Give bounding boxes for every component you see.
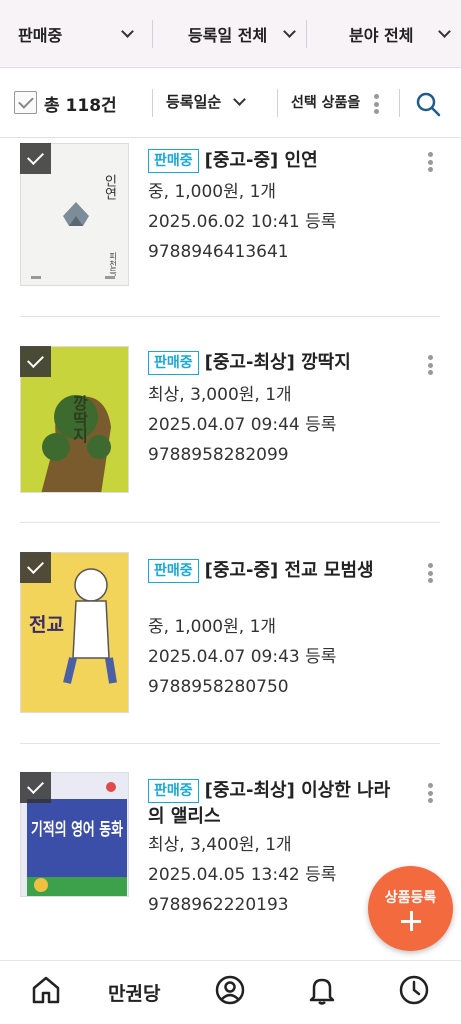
chevron-down-icon [283,24,296,38]
status-badge: 판매중 [148,351,199,375]
divider [20,743,440,744]
item-condition-price: 중, 1,000원, 1개 [148,617,277,637]
item-condition-price: 최상, 3,000원, 1개 [148,385,292,405]
home-icon[interactable] [30,974,62,1006]
more-vertical-icon[interactable] [374,94,380,114]
item-isbn: 9788962220193 [148,895,289,915]
status-filter-label: 판매중 [18,25,63,45]
clock-icon[interactable] [398,974,430,1006]
register-product-button[interactable]: 상품등록 [368,866,453,951]
item-isbn: 9788958280750 [148,677,289,697]
item-title: 판매중 [중고-최상] 이상한 나라의 앨리스 [148,778,403,830]
divider [306,20,307,48]
filter-bar: 판매중 등록일 전체 분야 전체 [0,0,461,68]
total-count: 총 118건 [44,96,117,116]
cover-author: 피천득 [109,252,118,277]
divider [20,522,440,523]
plus-icon [401,911,421,931]
register-product-label: 상품등록 [384,890,437,906]
sort-label: 등록일순 [166,93,222,111]
chevron-down-icon [233,92,247,106]
item-isbn: 9788946413641 [148,242,289,262]
item-checkbox-checked[interactable] [20,346,51,377]
divider [20,316,440,317]
divider [399,89,400,117]
status-filter-dropdown[interactable]: 판매중 [18,0,134,67]
item-registered-date: 2025.04.05 13:42 등록 [148,865,337,885]
item-registered-date: 2025.06.02 10:41 등록 [148,212,337,232]
select-all-checkbox[interactable] [14,91,37,114]
item-more-icon[interactable] [428,152,434,172]
item-isbn: 9788958282099 [148,445,289,465]
category-filter-label: 분야 전체 [349,25,414,45]
cover-title: 기적의 영어 동화 [31,820,123,840]
sort-dropdown[interactable]: 등록일순 [166,91,247,112]
item-checkbox-checked[interactable] [20,552,51,583]
divider [152,20,153,48]
category-filter-dropdown[interactable]: 분야 전체 [349,0,451,67]
item-title-text: [중고-최상] 깡딱지 [204,352,351,373]
status-badge: 판매중 [148,559,199,583]
date-filter-dropdown[interactable]: 등록일 전체 [188,0,296,67]
item-registered-date: 2025.04.07 09:43 등록 [148,647,337,667]
item-title-text: [중고-중] 전교 모범생 [204,560,374,581]
item-checkbox-checked[interactable] [20,143,51,174]
item-title: 판매중 [중고-중] 인연 [148,148,403,174]
cover-title: 인연 [102,174,117,200]
item-condition-price: 최상, 3,400원, 1개 [148,835,292,855]
status-badge: 판매중 [148,779,199,803]
bell-icon[interactable] [306,974,338,1006]
selected-items-action[interactable]: 선택 상품을 [291,92,360,112]
item-title: 판매중 [중고-최상] 깡딱지 [148,350,403,376]
profile-icon[interactable] [214,974,246,1006]
status-badge: 판매중 [148,149,199,173]
item-registered-date: 2025.04.07 09:44 등록 [148,415,337,435]
item-more-icon[interactable] [428,355,434,375]
item-title: 판매중 [중고-중] 전교 모범생 [148,558,403,584]
item-checkbox-checked[interactable] [20,772,51,803]
item-more-icon[interactable] [428,783,434,803]
item-title-text: [중고-중] 인연 [204,150,318,171]
item-condition-price: 중, 1,000원, 1개 [148,182,277,202]
chevron-down-icon [121,24,134,38]
date-filter-label: 등록일 전체 [188,25,268,45]
store-name-tab[interactable]: 만권당 [108,979,160,1006]
item-more-icon[interactable] [428,563,434,583]
divider [152,89,153,117]
search-icon[interactable] [415,91,441,117]
cover-title: 깡딱지 [70,394,89,444]
divider [277,89,278,117]
chevron-down-icon [438,24,451,38]
